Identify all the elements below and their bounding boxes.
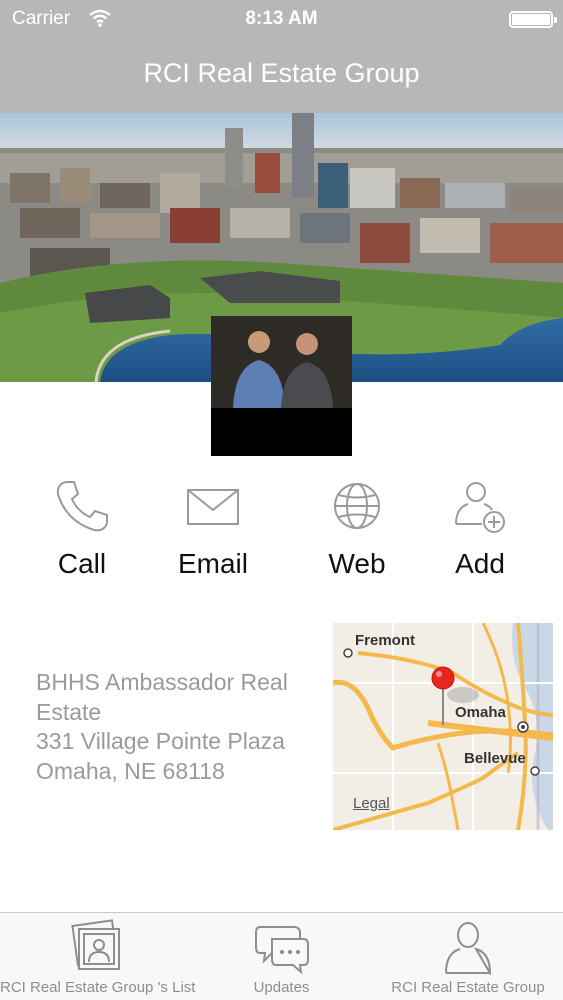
address-line-city: Omaha, NE 68118	[36, 757, 225, 784]
contact-actions: Call Email Web Add	[0, 470, 563, 590]
clock: 8:13 AM	[245, 8, 318, 29]
business-address: BHHS Ambassador Real Estate 331 Village …	[36, 668, 326, 786]
address-line-company: BHHS Ambassador Real	[36, 669, 288, 695]
map-label-omaha: Omaha	[455, 704, 506, 721]
navigation-bar: RCI Real Estate Group	[0, 38, 563, 113]
envelope-icon	[187, 489, 239, 525]
add-label: Add	[455, 548, 505, 579]
add-contact-button[interactable]: Add	[425, 470, 535, 590]
location-map[interactable]: Fremont Omaha Bellevue Legal	[333, 623, 553, 830]
photos-icon	[71, 919, 120, 970]
web-label: Web	[328, 548, 386, 579]
tab-profile-label: RCI Real Estate Group	[391, 979, 545, 996]
person-icon	[445, 922, 492, 975]
address-line-company-cont: Estate	[36, 698, 102, 725]
chat-bubbles-icon	[254, 926, 309, 975]
page-title: RCI Real Estate Group	[143, 58, 420, 88]
map-label-fremont: Fremont	[355, 632, 415, 649]
address-line-street: 331 Village Pointe Plaza	[36, 728, 285, 754]
tab-updates-label: Updates	[253, 979, 310, 996]
call-label: Call	[57, 548, 107, 579]
agent-profile-photo	[211, 316, 352, 456]
tab-updates[interactable]: Updates	[190, 913, 373, 1000]
email-label: Email	[177, 548, 248, 579]
status-bar: Carrier 8:13 AM	[0, 0, 563, 38]
battery-icon	[509, 11, 557, 28]
call-button[interactable]: Call	[27, 470, 137, 590]
email-button[interactable]: Email	[158, 470, 268, 590]
tab-bar: RCI Real Estate Group 's List Updates RC…	[0, 912, 563, 1000]
map-legal-link[interactable]: Legal	[353, 795, 390, 812]
map-label-bellevue: Bellevue	[464, 750, 526, 767]
phone-icon	[56, 481, 108, 532]
tab-list[interactable]: RCI Real Estate Group 's List	[0, 913, 196, 1000]
tab-profile[interactable]: RCI Real Estate Group	[373, 913, 563, 1000]
add-contact-icon	[455, 482, 505, 533]
tab-list-label: RCI Real Estate Group 's List	[0, 979, 196, 996]
globe-icon	[334, 483, 380, 529]
web-button[interactable]: Web	[302, 470, 412, 590]
